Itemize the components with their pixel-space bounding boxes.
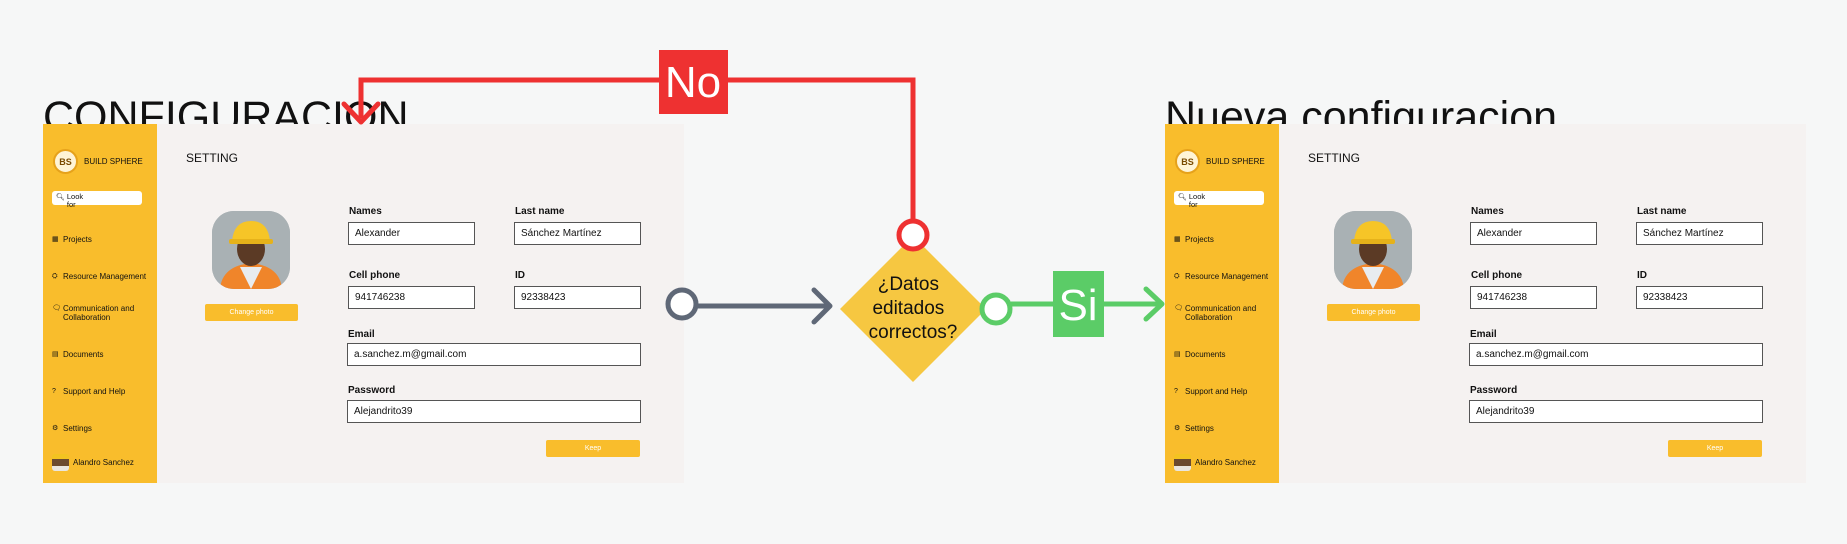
flow-diagram: No ¿Datos editados correctos? Si [341, 50, 1165, 382]
decision-line-1: ¿Datos [878, 274, 939, 295]
no-port [896, 218, 930, 252]
yes-label: Si [1058, 281, 1097, 330]
no-connector [358, 77, 916, 222]
decision-text: ¿Datos editados correctos? [869, 274, 958, 343]
decision-line-3: correctos? [869, 322, 958, 343]
input-port [665, 287, 699, 321]
decision-line-2: editados [872, 298, 944, 319]
yes-port [979, 292, 1013, 326]
no-label: No [665, 58, 721, 107]
